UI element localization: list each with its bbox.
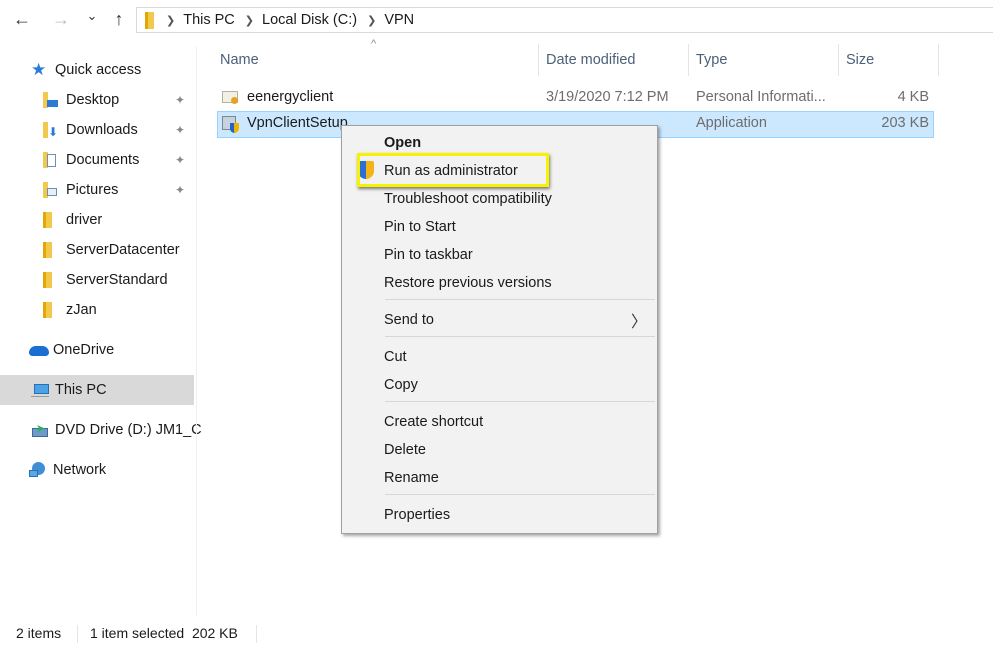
network-icon xyxy=(29,462,47,478)
sidebar-item-desktop[interactable]: Desktop xyxy=(0,85,194,115)
menu-item-rename[interactable]: Rename xyxy=(384,470,439,486)
arrow-right-icon: → xyxy=(52,9,70,29)
sidebar-item-label: ServerDatacenter xyxy=(66,242,180,258)
sidebar-item-dvd-drive[interactable]: ➤ DVD Drive (D:) JM1_C xyxy=(0,415,202,445)
menu-item-properties[interactable]: Properties xyxy=(384,507,450,523)
pictures-folder-icon xyxy=(42,182,60,198)
menu-separator xyxy=(385,299,655,300)
sidebar-item-this-pc[interactable]: This PC xyxy=(0,375,194,405)
breadcrumb-separator[interactable]: ❯ xyxy=(367,14,376,27)
installer-app-icon xyxy=(222,116,240,133)
breadcrumb-this-pc[interactable]: This PC xyxy=(183,12,235,28)
chevron-right-icon: 〉 xyxy=(631,314,648,331)
sidebar-item-onedrive[interactable]: OneDrive xyxy=(0,335,194,365)
folder-icon xyxy=(42,212,60,228)
pane-divider[interactable] xyxy=(196,46,197,616)
menu-separator xyxy=(385,336,655,337)
breadcrumb-vpn[interactable]: VPN xyxy=(384,12,414,28)
sidebar-item-documents[interactable]: Documents xyxy=(0,145,194,175)
documents-folder-icon xyxy=(42,152,60,168)
sidebar-item-label: Pictures xyxy=(66,182,119,198)
sidebar-item-label: Documents xyxy=(66,152,140,168)
sidebar-item-label: Quick access xyxy=(55,62,142,78)
column-header-type[interactable]: Type xyxy=(688,44,838,76)
address-bar[interactable]: ❯ This PC ❯ Local Disk (C:) ❯ VPN xyxy=(136,7,993,33)
menu-item-delete[interactable]: Delete xyxy=(384,442,426,458)
chevron-down-icon: ⌄ xyxy=(86,8,98,23)
navigation-pane: ★ Quick access Desktop ⬇ Downloads Docum… xyxy=(0,46,202,606)
menu-item-cut[interactable]: Cut xyxy=(384,349,407,365)
sidebar-item-driver[interactable]: driver xyxy=(0,205,194,235)
menu-item-create-shortcut[interactable]: Create shortcut xyxy=(384,414,483,430)
file-type: Personal Informati... xyxy=(696,89,826,105)
sidebar-item-label: Network xyxy=(53,462,107,478)
column-header-size[interactable]: Size xyxy=(838,44,938,76)
sidebar-item-pictures[interactable]: Pictures xyxy=(0,175,194,205)
sidebar-item-label: ServerStandard xyxy=(66,272,168,288)
back-button[interactable]: ← xyxy=(12,6,32,32)
sidebar-item-quick-access[interactable]: ★ Quick access xyxy=(0,55,194,85)
sidebar-item-serverdatacenter[interactable]: ServerDatacenter xyxy=(0,235,194,265)
menu-item-restore-previous-versions[interactable]: Restore previous versions xyxy=(384,275,552,291)
cloud-icon xyxy=(29,342,49,358)
star-icon: ★ xyxy=(31,60,47,79)
status-divider xyxy=(77,625,78,643)
desktop-folder-icon xyxy=(42,92,60,108)
menu-item-open[interactable]: Open xyxy=(384,135,421,151)
pin-icon[interactable]: ✦ xyxy=(175,93,185,107)
status-selection: 1 item selected 202 KB xyxy=(90,625,238,641)
computer-icon xyxy=(31,382,49,398)
sidebar-item-serverstandard[interactable]: ServerStandard xyxy=(0,265,194,295)
sidebar-item-label: driver xyxy=(66,212,103,228)
sidebar-item-label: zJan xyxy=(66,302,97,318)
column-divider[interactable] xyxy=(938,44,939,76)
menu-item-send-to[interactable]: Send to xyxy=(384,312,434,328)
sidebar-item-zjan[interactable]: zJan xyxy=(0,295,194,325)
downloads-folder-icon: ⬇ xyxy=(42,122,60,138)
highlight-box xyxy=(357,153,549,187)
status-item-count: 2 items xyxy=(16,625,62,641)
sidebar-item-label: OneDrive xyxy=(53,342,115,358)
file-type: Application xyxy=(696,115,767,131)
file-name: eenergyclient xyxy=(247,89,334,105)
up-button[interactable]: ↑ xyxy=(109,6,129,32)
pin-icon[interactable]: ✦ xyxy=(175,183,185,197)
sidebar-item-downloads[interactable]: ⬇ Downloads xyxy=(0,115,194,145)
breadcrumb-separator[interactable]: ❯ xyxy=(166,14,175,27)
file-row[interactable]: eenergyclient 3/19/2020 7:12 PM Personal… xyxy=(217,85,934,112)
dvd-drive-icon: ➤ xyxy=(31,422,49,438)
folder-icon xyxy=(145,11,154,29)
sidebar-item-label: DVD Drive (D:) JM1_C xyxy=(55,422,202,438)
certificate-file-icon xyxy=(222,89,240,106)
file-size: 203 KB xyxy=(881,115,929,131)
menu-item-copy[interactable]: Copy xyxy=(384,377,418,393)
breadcrumb-local-disk[interactable]: Local Disk (C:) xyxy=(262,12,357,28)
sidebar-item-label: Desktop xyxy=(66,92,120,108)
pin-icon[interactable]: ✦ xyxy=(175,153,185,167)
arrow-up-icon: ↑ xyxy=(114,9,124,29)
folder-icon xyxy=(42,272,60,288)
file-date: 3/19/2020 7:12 PM xyxy=(546,89,669,105)
file-name: VpnClientSetup xyxy=(247,115,348,131)
sidebar-item-label: Downloads xyxy=(66,122,138,138)
breadcrumb-separator[interactable]: ❯ xyxy=(245,14,254,27)
column-header-name[interactable]: Name xyxy=(212,44,538,76)
folder-icon xyxy=(42,302,60,318)
menu-item-troubleshoot-compatibility[interactable]: Troubleshoot compatibility xyxy=(384,191,552,207)
folder-icon xyxy=(42,242,60,258)
file-size: 4 KB xyxy=(897,89,929,105)
sidebar-item-network[interactable]: Network xyxy=(0,455,194,485)
pin-icon[interactable]: ✦ xyxy=(175,123,185,137)
recent-locations-button[interactable]: ⌄ xyxy=(82,3,102,29)
menu-item-pin-to-taskbar[interactable]: Pin to taskbar xyxy=(384,247,473,263)
forward-button[interactable]: → xyxy=(51,6,71,32)
sidebar-item-label: This PC xyxy=(55,382,107,398)
menu-separator xyxy=(385,494,655,495)
column-header-date-modified[interactable]: Date modified xyxy=(538,44,688,76)
status-divider xyxy=(256,625,257,643)
menu-item-pin-to-start[interactable]: Pin to Start xyxy=(384,219,456,235)
menu-separator xyxy=(385,401,655,402)
arrow-left-icon: ← xyxy=(13,9,31,29)
